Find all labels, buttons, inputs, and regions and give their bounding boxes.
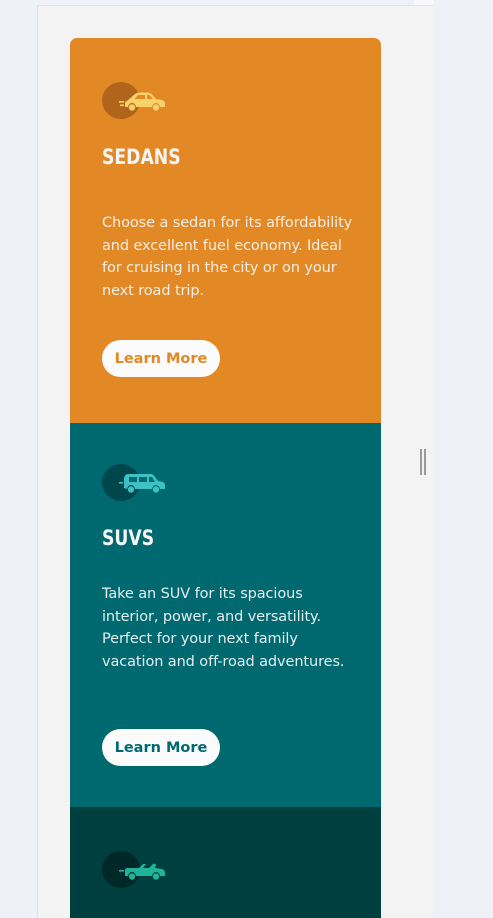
luxury-car-icon [102, 850, 170, 890]
viewport-resize-handle[interactable] [420, 449, 426, 475]
card-sedans: SEDANS Choose a sedan for its affordabil… [70, 38, 381, 423]
convertible-silhouette [119, 863, 165, 880]
learn-more-button[interactable]: Learn More [102, 340, 220, 377]
learn-more-button[interactable]: Learn More [102, 729, 220, 766]
card-stack: SEDANS Choose a sedan for its affordabil… [70, 38, 381, 918]
card-description: Choose a sedan for its affordability and… [102, 215, 353, 299]
card-luxury [70, 807, 381, 918]
card-title: SUVS [102, 526, 155, 550]
suv-silhouette [119, 474, 165, 493]
suv-car-icon [102, 463, 170, 503]
sedan-silhouette [119, 92, 165, 111]
card-title: SEDANS [102, 145, 181, 169]
card-suvs: SUVS Take an SUV for its spacious interi… [70, 423, 381, 807]
card-description: Take an SUV for its spacious interior, p… [102, 586, 345, 670]
sedan-car-icon [102, 81, 170, 121]
preview-viewport: SEDANS Choose a sedan for its affordabil… [37, 5, 433, 918]
